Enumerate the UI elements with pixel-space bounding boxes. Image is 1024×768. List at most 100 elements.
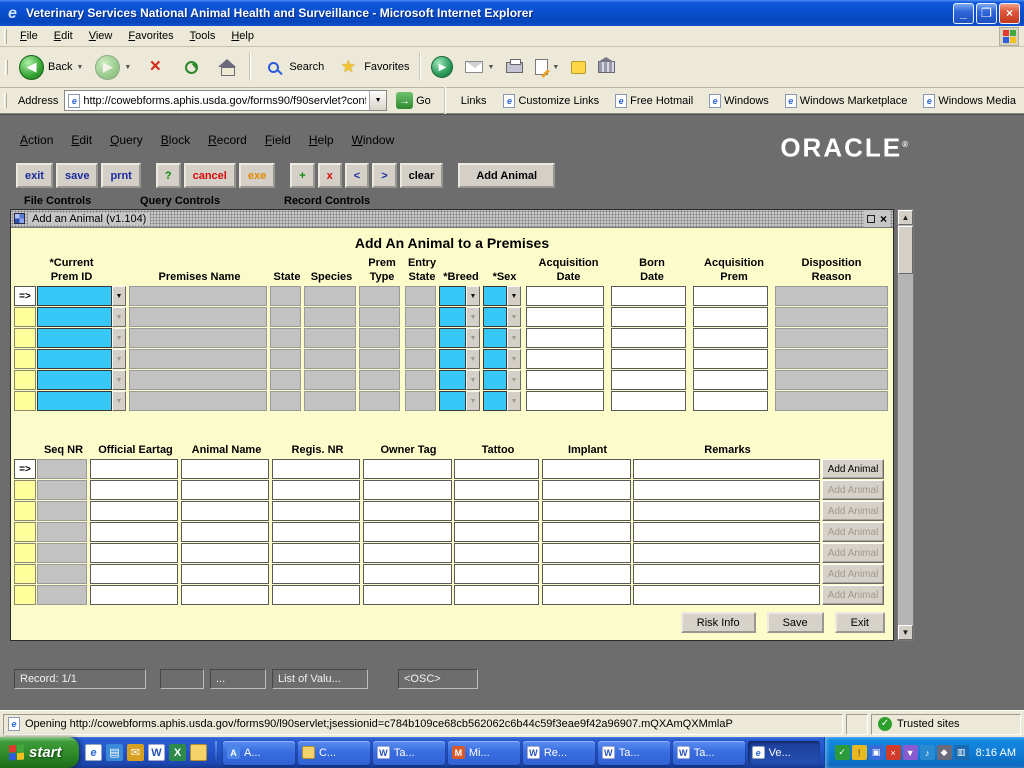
task-button[interactable]: AA... [223,741,295,765]
mail-button[interactable]: ▼ [459,49,500,85]
close-button[interactable]: × [999,3,1020,24]
implant-field[interactable] [542,459,631,479]
acquisition-date-field[interactable] [526,328,604,348]
breed-field[interactable] [439,328,466,348]
close-icon[interactable]: × [880,213,887,225]
sex-dropdown-button[interactable]: ▼ [507,307,521,327]
oracle-menu-query[interactable]: Query [102,131,151,149]
forms-window-titlebar[interactable]: Add an Animal (v1.104) × [11,210,893,228]
add-animal-toolbar-button[interactable]: Add Animal [458,163,555,188]
oracle-menu-record[interactable]: Record [200,131,255,149]
scroll-up-button[interactable]: ▲ [898,210,913,225]
official-eartag-field[interactable] [90,480,178,500]
remarks-field[interactable] [633,564,820,584]
official-eartag-field[interactable] [90,459,178,479]
print-button[interactable] [500,49,529,85]
sex-field[interactable] [483,349,507,369]
sex-field[interactable] [483,286,507,306]
show-desktop-icon[interactable]: ▤ [106,744,123,761]
link-customize-links[interactable]: eCustomize Links [497,94,605,108]
stop-button[interactable]: × [137,49,173,85]
remove-record-button[interactable]: x [318,163,342,188]
owner-tag-field[interactable] [363,543,452,563]
remarks-field[interactable] [633,480,820,500]
born-date-field[interactable] [611,286,686,306]
link-windows-marketplace[interactable]: eWindows Marketplace [779,94,914,108]
menu-item-edit[interactable]: Edit [46,27,81,45]
breed-dropdown-button[interactable]: ▼ [466,286,480,306]
save-button[interactable]: save [56,163,98,188]
row-add-animal-button[interactable]: Add Animal [822,480,884,500]
remarks-field[interactable] [633,543,820,563]
start-button[interactable]: start [0,737,79,768]
word-icon[interactable]: W [148,744,165,761]
acquisition-date-field[interactable] [526,391,604,411]
prem-id-dropdown-button[interactable]: ▼ [112,307,126,327]
remarks-field[interactable] [633,459,820,479]
execute-query-button[interactable]: exe [239,163,275,188]
sex-field[interactable] [483,370,507,390]
current-prem-id-field[interactable] [37,349,112,369]
excel-icon[interactable]: X [169,744,186,761]
row-add-animal-button[interactable]: Add Animal [822,459,884,479]
born-date-field[interactable] [611,349,686,369]
print-button[interactable]: prnt [101,163,140,188]
address-input[interactable]: e http://cowebforms.aphis.usda.gov/forms… [64,90,387,111]
maximize-button[interactable]: ❐ [976,3,997,24]
link-windows-media[interactable]: eWindows Media [917,94,1022,108]
messenger-icon[interactable]: × [886,745,901,760]
breed-dropdown-button[interactable]: ▼ [466,349,480,369]
acquisition-date-field[interactable] [526,286,604,306]
edit-button[interactable]: ▼ [529,49,565,85]
restore-icon[interactable] [867,215,875,223]
implant-field[interactable] [542,501,631,521]
menu-item-help[interactable]: Help [223,27,262,45]
row-add-animal-button[interactable]: Add Animal [822,543,884,563]
remarks-field[interactable] [633,522,820,542]
link-free-hotmail[interactable]: eFree Hotmail [609,94,699,108]
clear-record-button[interactable]: clear [400,163,444,188]
scroll-thumb[interactable] [898,226,913,274]
official-eartag-field[interactable] [90,501,178,521]
animal-name-field[interactable] [181,501,269,521]
tattoo-field[interactable] [454,501,539,521]
task-button-active[interactable]: eVe... [748,741,820,765]
minimize-button[interactable]: _ [953,3,974,24]
prem-id-dropdown-button[interactable]: ▼ [112,370,126,390]
breed-field[interactable] [439,391,466,411]
regis-nr-field[interactable] [272,585,360,605]
discuss-button[interactable] [565,49,592,85]
tattoo-field[interactable] [454,522,539,542]
row-add-animal-button[interactable]: Add Animal [822,522,884,542]
sex-dropdown-button[interactable]: ▼ [507,349,521,369]
update-icon[interactable]: ▼ [903,745,918,760]
oracle-menu-help[interactable]: Help [301,131,342,149]
form-exit-button[interactable]: Exit [835,612,885,633]
task-button[interactable]: WTa... [373,741,445,765]
sex-field[interactable] [483,328,507,348]
owner-tag-field[interactable] [363,501,452,521]
born-date-field[interactable] [611,307,686,327]
network-icon[interactable]: ▣ [869,745,884,760]
tattoo-field[interactable] [454,585,539,605]
insert-record-button[interactable]: + [290,163,314,188]
owner-tag-field[interactable] [363,564,452,584]
tattoo-field[interactable] [454,459,539,479]
acquisition-prem-field[interactable] [693,286,768,306]
help-button[interactable]: ? [156,163,181,188]
display-icon[interactable]: ▥ [954,745,969,760]
sex-dropdown-button[interactable]: ▼ [507,328,521,348]
implant-field[interactable] [542,522,631,542]
official-eartag-field[interactable] [90,585,178,605]
acquisition-date-field[interactable] [526,307,604,327]
current-prem-id-field[interactable] [37,370,112,390]
antivirus-shield-icon[interactable]: ✓ [835,745,850,760]
acquisition-date-field[interactable] [526,349,604,369]
forward-button[interactable]: ▶ ▼ [89,49,137,85]
born-date-field[interactable] [611,391,686,411]
sex-field[interactable] [483,391,507,411]
animal-name-field[interactable] [181,543,269,563]
owner-tag-field[interactable] [363,585,452,605]
sex-field[interactable] [483,307,507,327]
tattoo-field[interactable] [454,480,539,500]
